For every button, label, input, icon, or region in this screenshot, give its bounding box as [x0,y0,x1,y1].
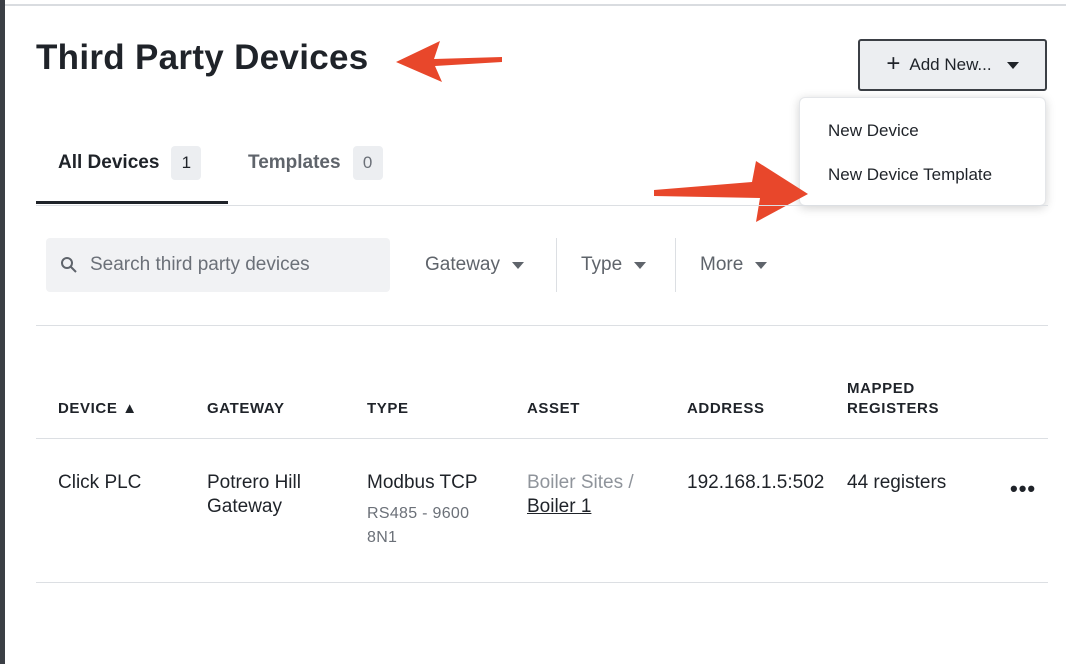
filter-gateway-label: Gateway [425,254,500,275]
tabs-divider [36,205,1048,206]
cell-registers: 44 registers [847,472,947,493]
column-header-mapped[interactable]: MAPPED [847,379,915,399]
cell-type-detail-line2: 8N1 [367,529,398,546]
menu-item-new-device[interactable]: New Device [828,121,919,141]
top-divider [5,4,1066,6]
filter-divider [556,238,557,292]
caret-down-icon [634,261,647,269]
filters-divider [36,325,1048,326]
caret-down-icon [511,261,524,269]
add-new-button[interactable]: + Add New... [858,39,1047,91]
filter-gateway[interactable]: Gateway [425,250,524,280]
cell-gateway-line2: Gateway [207,496,282,517]
column-header-device[interactable]: DEVICE ▲ [58,399,138,419]
cell-address: 192.168.1.5:502 [687,472,825,493]
column-header-asset[interactable]: ASSET [527,399,580,419]
caret-down-icon [1006,61,1019,69]
page-title: Third Party Devices [36,38,369,77]
window-left-border [0,0,5,664]
filter-divider [675,238,676,292]
filter-type-label: Type [581,254,623,275]
add-new-dropdown-menu: New Device New Device Template [799,97,1046,206]
search-input[interactable] [90,254,390,276]
column-header-registers[interactable]: REGISTERS [847,399,939,419]
cell-asset-parent: Boiler Sites / [527,472,634,493]
tab-templates-label: Templates [248,152,341,173]
column-header-address[interactable]: ADDRESS [687,399,765,419]
filter-type[interactable]: Type [581,250,647,280]
search-field[interactable] [46,238,390,292]
plus-icon: + [886,50,901,77]
filter-more[interactable]: More [700,250,768,280]
row-more-options-icon[interactable]: ••• [1010,476,1036,502]
tab-templates-count: 0 [352,146,383,180]
tab-all-devices[interactable]: All Devices 1 [58,145,202,181]
tab-all-devices-count: 1 [171,146,202,180]
menu-item-new-device-template[interactable]: New Device Template [828,165,992,185]
add-new-label: Add New... [909,55,992,74]
cell-gateway-line1: Potrero Hill [207,472,301,493]
table-row-divider [36,582,1048,583]
cell-type: Modbus TCP [367,472,478,493]
filter-more-label: More [700,254,744,275]
column-header-gateway[interactable]: GATEWAY [207,399,285,419]
tab-templates[interactable]: Templates 0 [248,145,383,181]
caret-down-icon [755,261,768,269]
cell-type-detail-line1: RS485 - 9600 [367,505,470,522]
annotation-arrow-template [654,161,808,222]
column-header-type[interactable]: TYPE [367,399,409,419]
active-tab-indicator [36,201,228,204]
table-header-divider [36,438,1048,439]
tab-all-devices-label: All Devices [58,152,160,173]
annotation-arrow-title [396,41,502,82]
search-icon [61,257,77,273]
asset-link[interactable]: Boiler 1 [527,495,591,519]
cell-device: Click PLC [58,472,142,493]
